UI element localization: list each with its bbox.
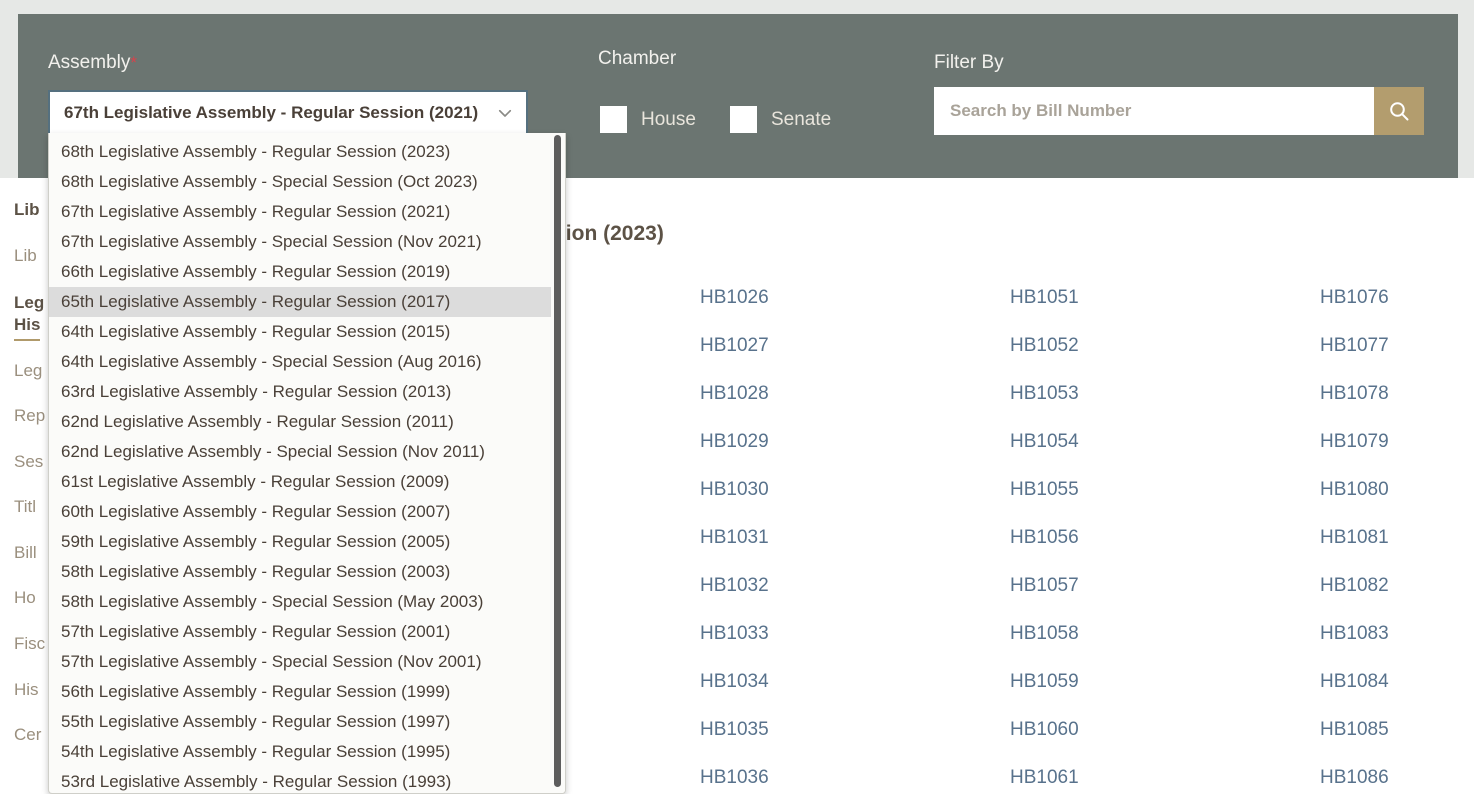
bill-link[interactable]: HB1079 [1320, 418, 1474, 466]
bill-link[interactable]: HB1084 [1320, 658, 1474, 706]
bill-link[interactable]: HB1076 [1320, 274, 1474, 322]
bill-link[interactable]: HB1080 [1320, 466, 1474, 514]
bill-link[interactable]: HB1026 [700, 274, 1010, 322]
dropdown-option[interactable]: 58th Legislative Assembly - Special Sess… [49, 587, 551, 617]
bill-search-group [934, 87, 1424, 135]
assembly-select[interactable]: 67th Legislative Assembly - Regular Sess… [48, 90, 528, 135]
dropdown-option[interactable]: 68th Legislative Assembly - Special Sess… [49, 167, 551, 197]
bill-link[interactable]: HB1085 [1320, 706, 1474, 754]
bill-column-3: HB1076 HB1077 HB1078 HB1079 HB1080 HB108… [1320, 274, 1474, 794]
bill-link[interactable]: HB1051 [1010, 274, 1320, 322]
bill-link[interactable]: HB1035 [700, 706, 1010, 754]
dropdown-option[interactable]: 58th Legislative Assembly - Regular Sess… [49, 557, 551, 587]
bill-link[interactable]: HB1033 [700, 610, 1010, 658]
bill-link[interactable]: HB1029 [700, 418, 1010, 466]
dropdown-option[interactable]: 68th Legislative Assembly - Regular Sess… [49, 137, 551, 167]
bill-link[interactable]: HB1028 [700, 370, 1010, 418]
bill-link[interactable]: HB1081 [1320, 514, 1474, 562]
bill-link[interactable]: HB1057 [1010, 562, 1320, 610]
bill-link[interactable]: HB1055 [1010, 466, 1320, 514]
dropdown-option[interactable]: 64th Legislative Assembly - Regular Sess… [49, 317, 551, 347]
dropdown-scrollbar-thumb[interactable] [554, 135, 561, 787]
dropdown-option[interactable]: 61st Legislative Assembly - Regular Sess… [49, 467, 551, 497]
dropdown-option[interactable]: 60th Legislative Assembly - Regular Sess… [49, 497, 551, 527]
dropdown-option[interactable]: 57th Legislative Assembly - Special Sess… [49, 647, 551, 677]
bill-link[interactable]: HB1034 [700, 658, 1010, 706]
bill-link[interactable]: HB1082 [1320, 562, 1474, 610]
bill-link[interactable]: HB1054 [1010, 418, 1320, 466]
dropdown-option[interactable]: 62nd Legislative Assembly - Regular Sess… [49, 407, 551, 437]
bill-number-grid: HB1026 HB1027 HB1028 HB1029 HB1030 HB103… [700, 274, 1474, 794]
bill-link[interactable]: HB1078 [1320, 370, 1474, 418]
filter-by-label: Filter By [934, 52, 1004, 73]
dropdown-options: 68th Legislative Assembly - Regular Sess… [49, 133, 551, 793]
bill-link[interactable]: HB1031 [700, 514, 1010, 562]
bill-link[interactable]: HB1030 [700, 466, 1010, 514]
chamber-label: Chamber [598, 48, 677, 69]
dropdown-option[interactable]: 63rd Legislative Assembly - Regular Sess… [49, 377, 551, 407]
bill-link[interactable]: HB1060 [1010, 706, 1320, 754]
bill-link[interactable]: HB1083 [1320, 610, 1474, 658]
chamber-checkbox-senate[interactable]: Senate [730, 106, 831, 133]
checkbox-label-house: House [641, 108, 696, 130]
dropdown-option[interactable]: 64th Legislative Assembly - Special Sess… [49, 347, 551, 377]
bill-link[interactable]: HB1059 [1010, 658, 1320, 706]
bill-link[interactable]: HB1032 [700, 562, 1010, 610]
bill-link[interactable]: HB1053 [1010, 370, 1320, 418]
dropdown-option[interactable]: 55th Legislative Assembly - Regular Sess… [49, 707, 551, 737]
chevron-down-icon [498, 109, 512, 117]
bill-column-2: HB1051 HB1052 HB1053 HB1054 HB1055 HB105… [1010, 274, 1320, 794]
sidebar-heading-line-2: His [14, 314, 41, 341]
dropdown-option[interactable]: 62nd Legislative Assembly - Special Sess… [49, 437, 551, 467]
dropdown-option[interactable]: 57th Legislative Assembly - Regular Sess… [49, 617, 551, 647]
dropdown-option[interactable]: 56th Legislative Assembly - Regular Sess… [49, 677, 551, 707]
bill-link[interactable]: HB1058 [1010, 610, 1320, 658]
dropdown-option[interactable]: 67th Legislative Assembly - Special Sess… [49, 227, 551, 257]
assembly-select-value: 67th Legislative Assembly - Regular Sess… [64, 102, 479, 122]
assembly-label-text: Assembly [48, 52, 131, 73]
bill-link[interactable]: HB1027 [700, 322, 1010, 370]
bill-link[interactable]: HB1061 [1010, 754, 1320, 794]
required-marker: * [130, 53, 137, 72]
dropdown-option[interactable]: 67th Legislative Assembly - Regular Sess… [49, 197, 551, 227]
search-icon [1390, 102, 1409, 121]
dropdown-option-highlighted[interactable]: 65th Legislative Assembly - Regular Sess… [49, 287, 551, 317]
dropdown-option[interactable]: 54th Legislative Assembly - Regular Sess… [49, 737, 551, 767]
assembly-dropdown-list[interactable]: 68th Legislative Assembly - Regular Sess… [48, 133, 566, 794]
dropdown-option[interactable]: 66th Legislative Assembly - Regular Sess… [49, 257, 551, 287]
bill-link[interactable]: HB1052 [1010, 322, 1320, 370]
bill-link[interactable]: HB1086 [1320, 754, 1474, 794]
chamber-checkbox-house[interactable]: House [600, 106, 696, 133]
checkbox-label-senate: Senate [771, 108, 832, 130]
dropdown-scrollbar[interactable] [551, 133, 565, 793]
assembly-label: Assembly* [48, 52, 137, 74]
search-button[interactable] [1374, 87, 1424, 135]
bill-link[interactable]: HB1056 [1010, 514, 1320, 562]
dropdown-option[interactable]: 59th Legislative Assembly - Regular Sess… [49, 527, 551, 557]
checkbox-box-house[interactable] [600, 106, 627, 133]
search-input[interactable] [934, 87, 1374, 135]
bill-link[interactable]: HB1036 [700, 754, 1010, 794]
checkbox-box-senate[interactable] [730, 106, 757, 133]
bill-link[interactable]: HB1077 [1320, 322, 1474, 370]
dropdown-option[interactable]: 53rd Legislative Assembly - Regular Sess… [49, 767, 551, 793]
bill-column-1: HB1026 HB1027 HB1028 HB1029 HB1030 HB103… [700, 274, 1010, 794]
